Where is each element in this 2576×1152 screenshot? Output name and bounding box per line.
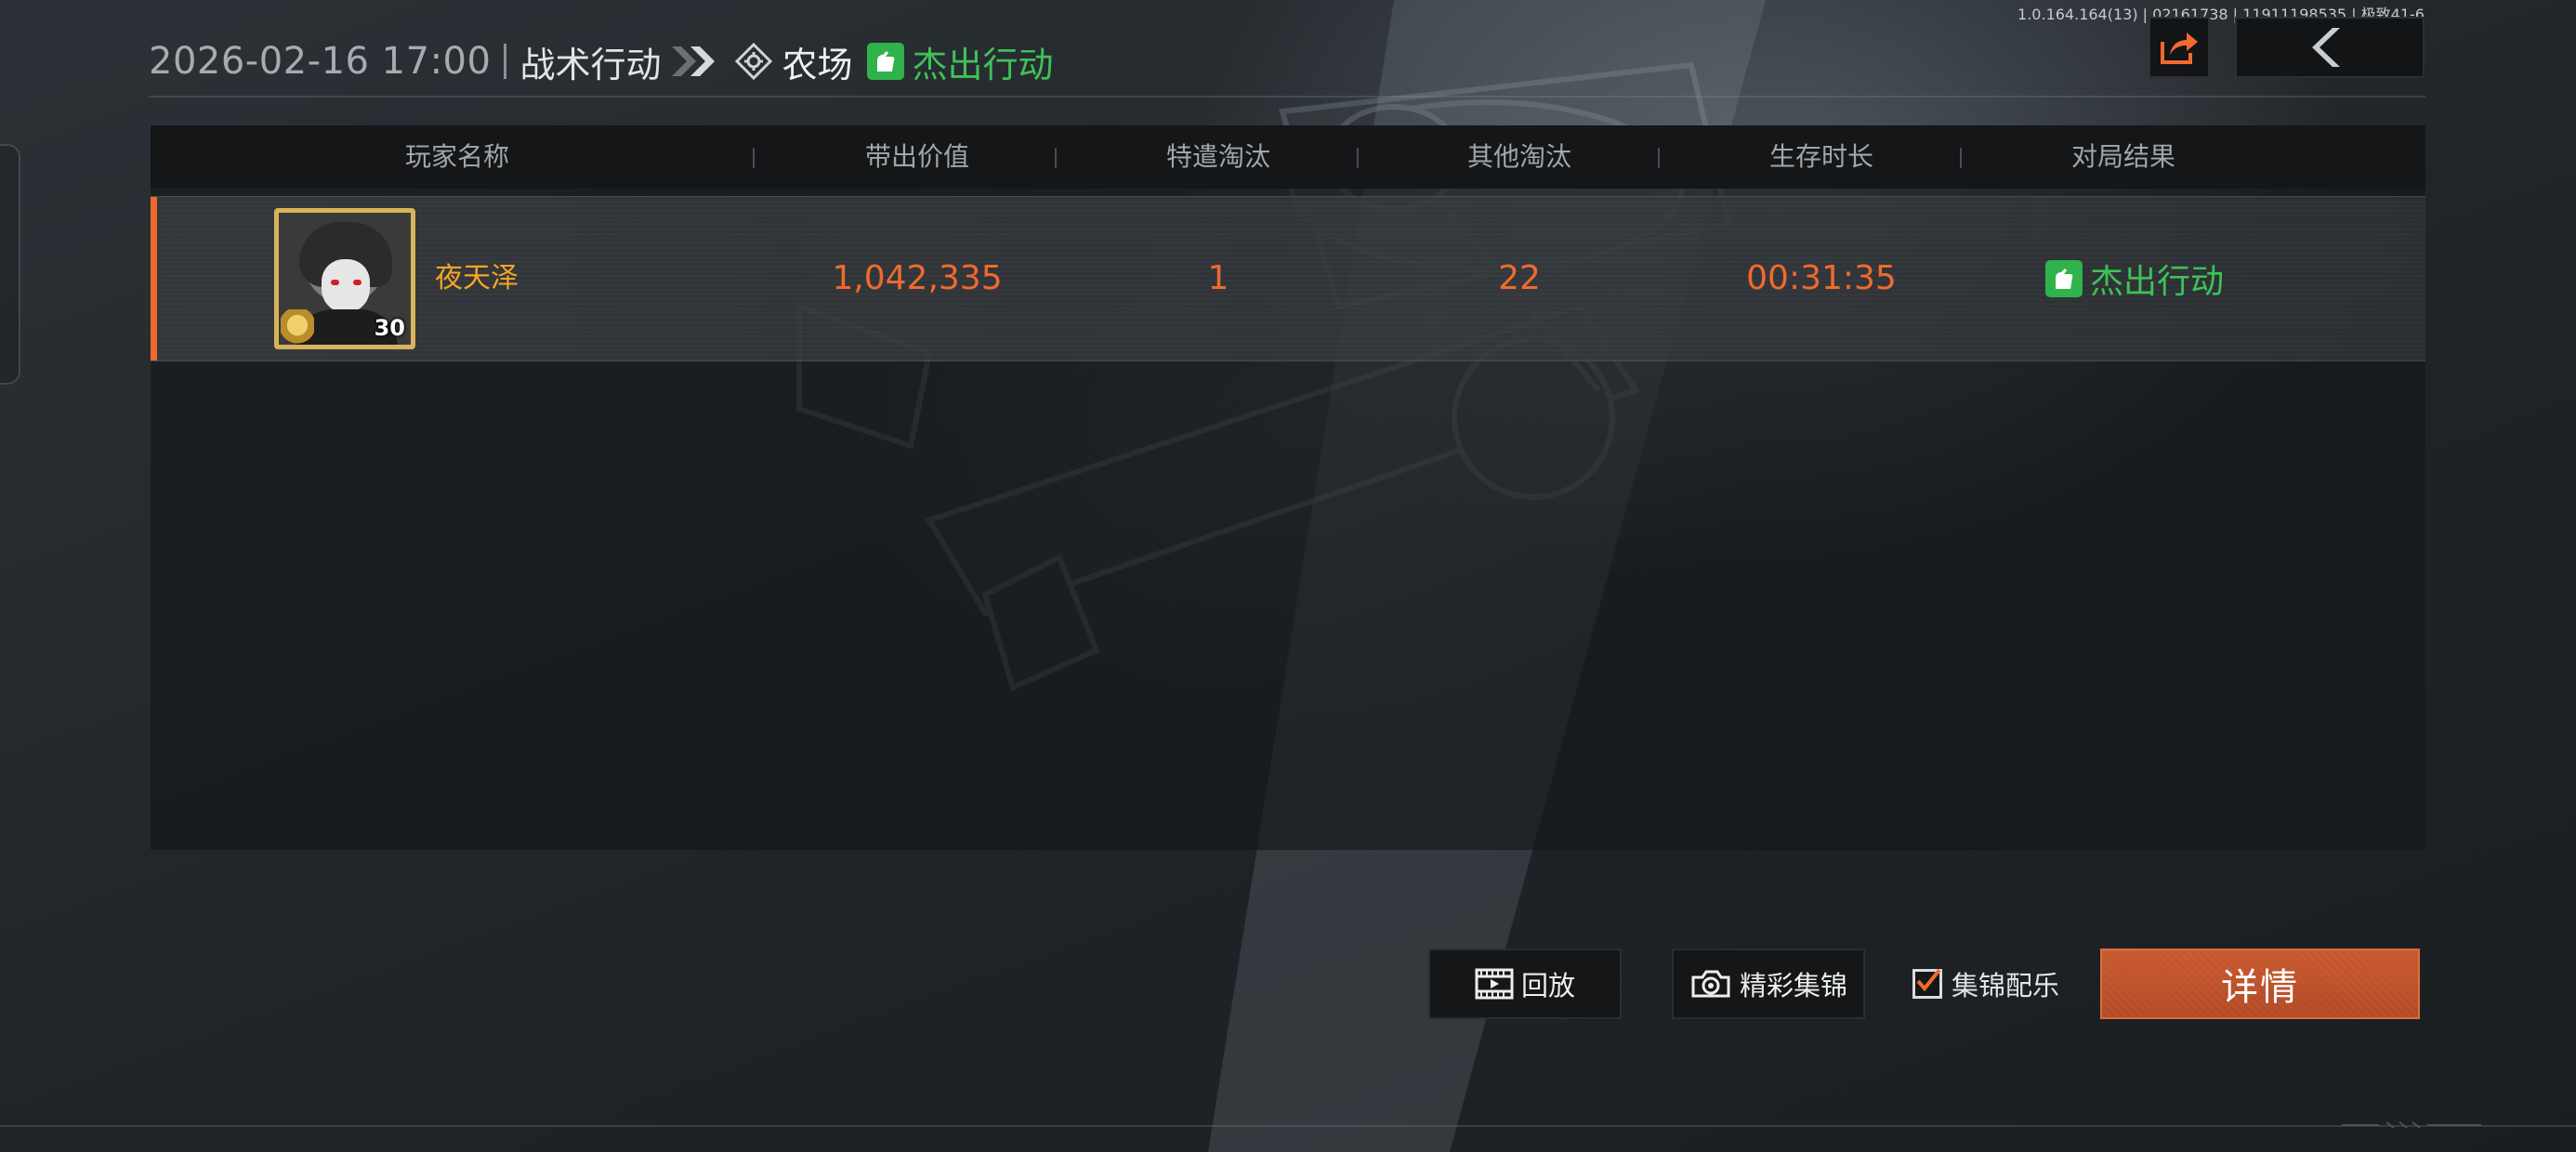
music-checkbox[interactable] (1912, 968, 1942, 999)
footer-divider (0, 1125, 2576, 1127)
column-header-result: 对局结果 (2070, 141, 2175, 172)
hand-icon (867, 43, 905, 80)
lion-badge-icon (281, 309, 314, 345)
table-header: 玩家名称 带出价值 特遣淘汰 其他淘汰 生存时长 对局结果 (151, 125, 2425, 189)
table-row[interactable]: 30 夜天泽 1,042,335 1 22 00:31:35 杰出行动 (151, 196, 2425, 361)
match-result: 杰出行动 (912, 44, 1054, 85)
match-results-table: 玩家名称 带出价值 特遣淘汰 其他淘汰 生存时长 对局结果 30 夜天泽 1,0… (151, 125, 2425, 850)
column-header-special-kills: 特遣淘汰 (1165, 141, 1270, 172)
double-chevron-icon (668, 43, 724, 80)
avatar-face (322, 259, 370, 313)
avatar-eye (353, 280, 361, 285)
player-level: 30 (374, 315, 405, 341)
column-divider (1658, 148, 1660, 168)
avatar[interactable]: 30 (274, 208, 415, 349)
camera-icon (1689, 968, 1732, 1000)
footer-decoration (2342, 1121, 2481, 1129)
other-kills: 22 (1498, 259, 1541, 297)
avatar-eye (331, 280, 339, 285)
column-divider (1357, 148, 1359, 168)
column-header-other-kills: 其他淘汰 (1466, 141, 1571, 172)
film-icon (1475, 968, 1514, 1000)
checkmark-icon (1916, 968, 1941, 992)
column-divider (753, 148, 755, 168)
column-divider (1960, 148, 1962, 168)
special-kills: 1 (1207, 259, 1229, 297)
match-datetime: 2026-02-16 17:00 (149, 40, 492, 83)
header-divider-line (149, 96, 2425, 98)
highlights-button[interactable]: 精彩集锦 (1672, 949, 1865, 1019)
row-result: 杰出行动 (2007, 197, 2262, 360)
music-label: 集锦配乐 (1952, 970, 2060, 1001)
back-button[interactable] (2235, 17, 2425, 78)
back-arrow-icon (2312, 28, 2340, 67)
share-button[interactable] (2149, 17, 2210, 78)
share-icon (2161, 33, 2198, 64)
row-result-text: 杰出行动 (2089, 263, 2224, 301)
player-name: 夜天泽 (435, 262, 519, 295)
replay-button[interactable]: 回放 (1428, 949, 1622, 1019)
row-highlight-bar (151, 197, 157, 360)
details-button[interactable]: 详情 (2100, 949, 2420, 1019)
replay-label: 回放 (1520, 970, 1575, 1001)
map-marker-icon (735, 42, 773, 81)
column-header-player: 玩家名称 (404, 141, 509, 172)
left-side-tab[interactable] (0, 144, 20, 385)
match-mode: 战术行动 (519, 44, 662, 85)
header-divider (504, 44, 507, 79)
survival-time: 00:31:35 (1746, 259, 1897, 297)
column-header-survival-time: 生存时长 (1768, 141, 1873, 172)
highlight-music-toggle[interactable]: 集锦配乐 (1912, 966, 2059, 1001)
match-map: 农场 (782, 44, 853, 85)
highlights-label: 精彩集锦 (1739, 970, 1847, 1001)
extraction-value: 1,042,335 (832, 259, 1003, 297)
column-header-value: 带出价值 (864, 141, 969, 172)
match-header: 2026-02-16 17:00 战术行动 农场 杰出行动 (149, 33, 1054, 89)
hand-icon (2044, 260, 2083, 297)
column-divider (1055, 148, 1057, 168)
